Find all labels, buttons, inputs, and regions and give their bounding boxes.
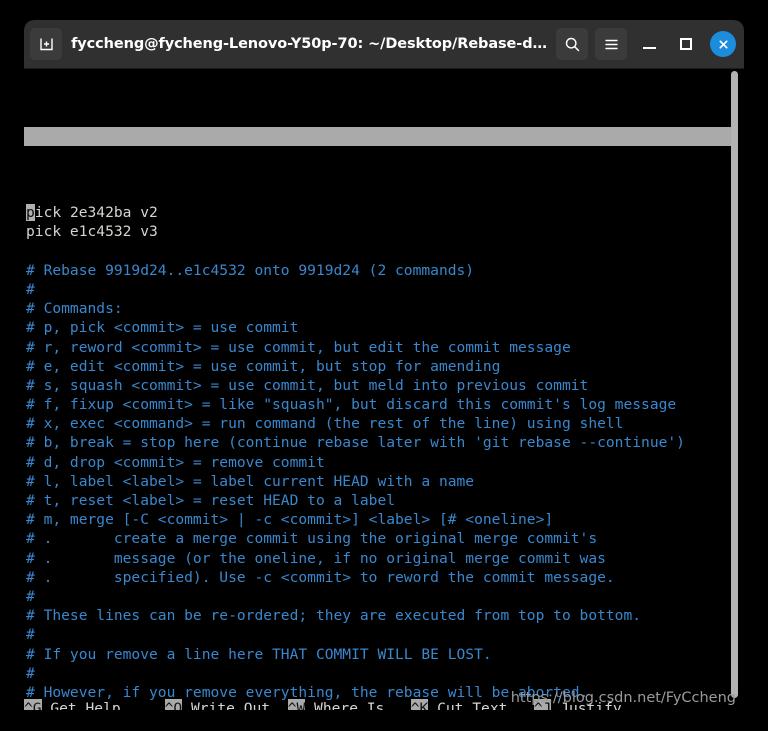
nano-shortcut[interactable]: ^G Get Help [24,699,121,710]
nano-line: # Rebase 9919d24..e1c4532 onto 9919d24 (… [26,261,744,280]
nano-line: # f, fixup <commit> = like "squash", but… [26,395,744,414]
nano-line: # x, exec <command> = run command (the r… [26,414,744,433]
nano-line-text: # d, drop <commit> = remove commit [26,453,325,471]
nano-line-text: # s, squash <commit> = use commit, but m… [26,376,589,394]
nano-line-text: # [26,626,35,644]
nano-line: # d, drop <commit> = remove commit [26,453,744,472]
nano-line: # Commands: [26,299,744,318]
nano-shortcut-label: Where Is [305,700,385,710]
nano-line-text: ick 2e342ba v2 [34,204,158,222]
nano-line-text: # t, reset <label> = reset HEAD to a lab… [26,492,396,510]
nano-line: # [26,587,744,606]
nano-line: # b, break = stop here (continue rebase … [26,433,744,452]
maximize-icon [680,38,692,50]
nano-buffer[interactable]: pick 2e342ba v2 pick e1c4532 v3 # Rebase … [24,203,744,710]
nano-line: # . message (or the oneline, if no origi… [26,549,744,568]
nano-line-text: # b, break = stop here (continue rebase … [26,434,685,452]
nano-line-text: # Rebase 9919d24..e1c4532 onto 9919d24 (… [26,261,475,279]
nano-line-text: # These lines can be re-ordered; they ar… [26,607,642,625]
nano-line-text [26,243,35,260]
nano-header-bar: /home/fyccheng/Desktop/Rebase-demo/.git/… [24,126,736,146]
window-titlebar: fyccheng@fycheng-Lenovo-Y50p-70: ~/Deskt… [24,20,744,69]
nano-shortcut-label: Write Out [182,700,271,710]
nano-shortcut-label: Get Help [41,700,121,710]
minimize-button[interactable] [634,29,664,59]
nano-line: # r, reword <commit> = use commit, but e… [26,338,744,357]
close-button[interactable] [708,29,738,59]
hamburger-menu-icon [603,36,620,53]
search-icon [564,36,581,53]
nano-line: # [26,280,744,299]
nano-shortcut-key: ^O [164,699,183,710]
nano-line-text: # m, merge [-C <commit> | -c <commit>] <… [26,511,554,529]
nano-shortcut-key: ^K [410,699,429,710]
nano-shortcut[interactable]: ^K Cut Text [410,699,508,710]
nano-line-text: # . create a merge commit using the orig… [26,530,598,548]
nano-shortcut-label: Cut Text [428,700,508,710]
new-tab-icon [38,36,55,53]
minimize-icon [642,47,656,49]
nano-line-text: # r, reword <commit> = use commit, but e… [26,338,571,356]
nano-line-text: # Commands: [26,300,123,318]
nano-line-text: # If you remove a line here THAT COMMIT … [26,645,492,663]
nano-line: # These lines can be re-ordered; they ar… [26,606,744,625]
nano-line-text: # x, exec <command> = run command (the r… [26,415,624,433]
nano-line-text: # p, pick <commit> = use commit [26,319,299,337]
text-cursor: p [26,204,35,222]
nano-shortcut[interactable]: ^W Where Is [287,699,385,710]
new-tab-button[interactable] [30,28,62,60]
nano-line-text: # f, fixup <commit> = like "squash", but… [26,396,677,414]
scrollbar-thumb[interactable] [731,71,738,698]
nano-line: # l, label <label> = label current HEAD … [26,472,744,491]
nano-line: # t, reset <label> = reset HEAD to a lab… [26,491,744,510]
nano-shortcut[interactable]: ^O Write Out [164,699,271,710]
nano-line: # . specified). Use -c <commit> to rewor… [26,568,744,587]
terminal-screen[interactable]: /home/fyccheng/Desktop/Rebase-demo/.git/… [24,69,744,710]
nano-editor[interactable]: /home/fyccheng/Desktop/Rebase-demo/.git/… [24,69,744,710]
menu-button[interactable] [595,28,627,60]
nano-shortcut-key: ^W [287,699,306,710]
nano-line: # p, pick <commit> = use commit [26,318,744,337]
nano-line: # e, edit <commit> = use commit, but sto… [26,357,744,376]
nano-line-text: # [26,280,35,298]
window-title: fyccheng@fycheng-Lenovo-Y50p-70: ~/Deskt… [71,36,547,52]
close-icon [710,31,736,57]
watermark: https://blog.csdn.net/FyCcheng [510,690,736,706]
nano-line-text: # . specified). Use -c <commit> to rewor… [26,568,615,586]
nano-line: pick e1c4532 v3 [26,222,744,241]
search-button[interactable] [556,28,588,60]
maximize-button[interactable] [671,29,701,59]
nano-shortcut-key: ^G [24,699,42,710]
nano-line [26,242,744,261]
terminal-scrollbar[interactable] [728,69,742,710]
terminal-window: fyccheng@fycheng-Lenovo-Y50p-70: ~/Deskt… [24,20,744,710]
nano-line-text: # . message (or the oneline, if no origi… [26,549,606,567]
nano-line-text: pick e1c4532 v3 [26,223,158,241]
nano-line: # . create a merge commit using the orig… [26,529,744,548]
nano-line-text: # e, edit <commit> = use commit, but sto… [26,357,501,375]
nano-line-text: # l, label <label> = label current HEAD … [26,472,475,490]
nano-line: # m, merge [-C <commit> | -c <commit>] <… [26,510,744,529]
nano-line-text: # [26,587,35,605]
nano-line: # [26,625,744,644]
window-controls [556,28,738,60]
nano-line: # s, squash <commit> = use commit, but m… [26,376,744,395]
nano-line: pick 2e342ba v2 [26,203,744,222]
